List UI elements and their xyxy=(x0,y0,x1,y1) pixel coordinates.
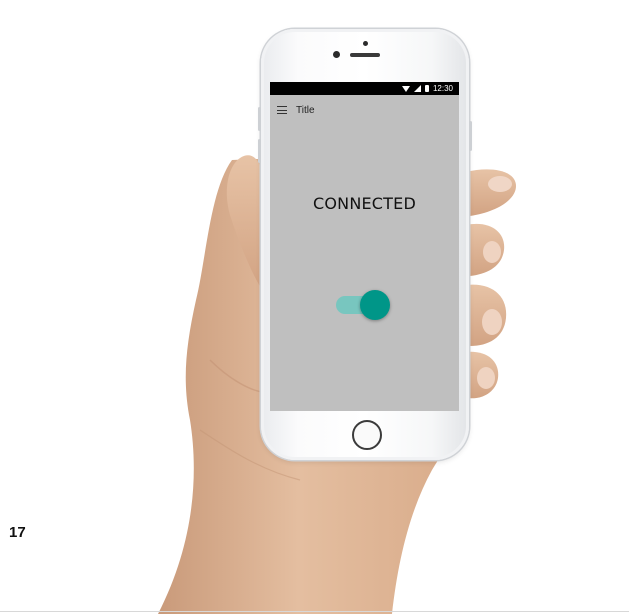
earpiece-speaker xyxy=(350,53,380,57)
wifi-icon xyxy=(401,85,410,92)
status-bar: 12:30 xyxy=(270,82,459,95)
battery-icon xyxy=(424,85,429,92)
bottom-divider xyxy=(0,611,629,612)
phone-device: 12:30 Title CONNECTED xyxy=(258,29,472,460)
connection-toggle[interactable] xyxy=(336,290,390,320)
hamburger-menu-icon[interactable] xyxy=(277,106,287,114)
volume-up-button xyxy=(258,107,261,131)
toggle-thumb[interactable] xyxy=(360,290,390,320)
volume-down-button xyxy=(258,139,261,163)
signal-icon xyxy=(413,85,421,92)
app-title: Title xyxy=(296,104,315,116)
phone-screen: 12:30 Title CONNECTED xyxy=(270,82,459,411)
connection-status-text: CONNECTED xyxy=(313,194,416,213)
app-bar: Title xyxy=(270,95,459,125)
status-time: 12:30 xyxy=(432,84,453,93)
front-sensor xyxy=(363,41,368,46)
power-button xyxy=(469,121,472,151)
slide-number: 17 xyxy=(9,524,26,541)
front-camera-icon xyxy=(333,51,340,58)
home-button[interactable] xyxy=(352,420,382,450)
